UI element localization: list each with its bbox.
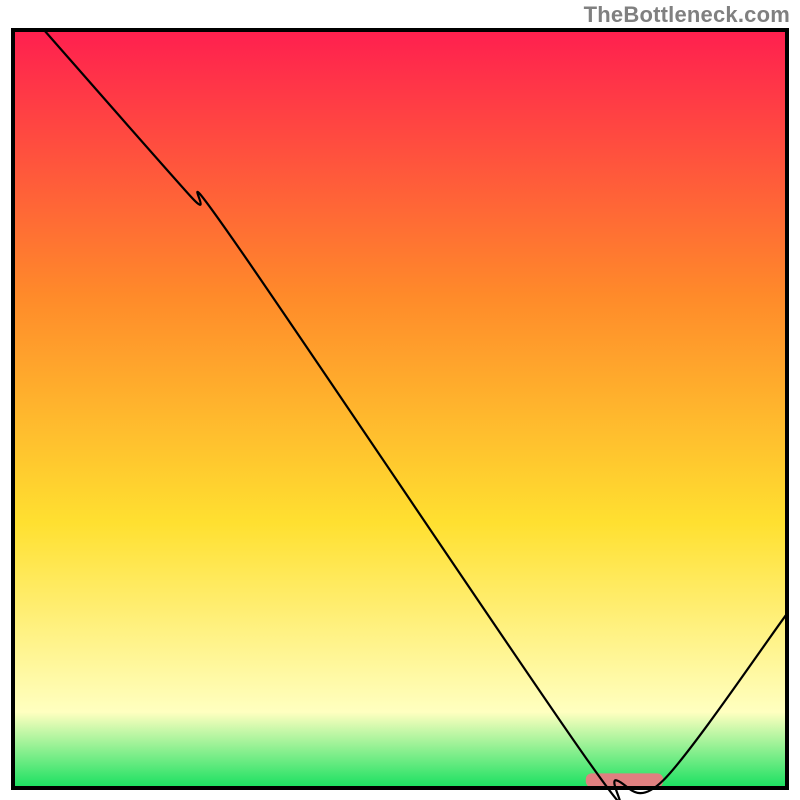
plot-background xyxy=(13,30,787,788)
chart-stage: TheBottleneck.com xyxy=(0,0,800,800)
bottleneck-chart xyxy=(0,0,800,800)
